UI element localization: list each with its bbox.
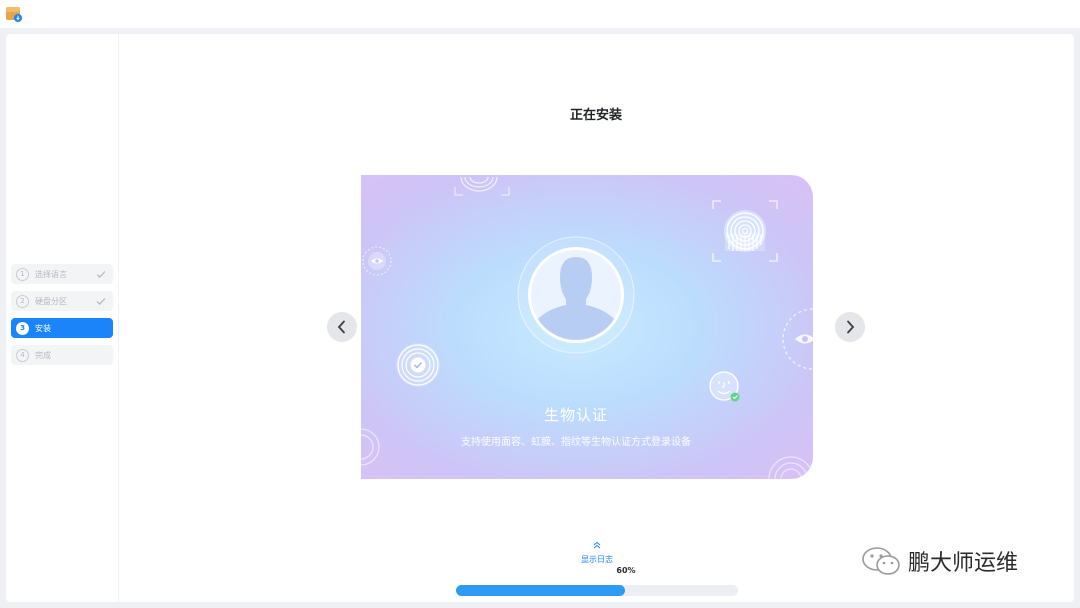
step-number: 2 <box>16 294 29 308</box>
step-finish: 4 完成 <box>11 345 113 365</box>
step-label: 选择语言 <box>35 269 67 279</box>
show-log-toggle[interactable]: 显示日志 <box>572 534 622 565</box>
check-icon <box>96 271 106 278</box>
step-install: 3 安装 <box>11 318 113 338</box>
carousel-next-button[interactable] <box>835 312 865 342</box>
eye-small-icon <box>362 246 392 276</box>
fingerprint-fragment-icon <box>768 456 813 479</box>
watermark-text: 鹏大师运维 <box>908 551 1019 576</box>
eye-large-icon <box>782 308 813 370</box>
step-number: 1 <box>16 267 29 281</box>
step-select-language: 1 选择语言 <box>11 264 113 284</box>
installer-app-icon <box>6 7 22 22</box>
fingerprint-scan-icon <box>712 200 778 262</box>
step-label: 完成 <box>35 350 51 360</box>
installer-window: 1 选择语言 2 硬盘分区 3 安装 4 完成 正在安装 生物认证 支持使用面容… <box>6 34 1074 602</box>
step-number: 4 <box>16 348 29 362</box>
page-title: 正在安装 <box>569 108 622 123</box>
progress-bar-fill <box>456 585 626 596</box>
title-bar <box>0 0 1080 28</box>
show-log-label: 显示日志 <box>581 555 613 564</box>
step-label: 硬盘分区 <box>35 296 67 306</box>
step-label: 安装 <box>35 323 51 333</box>
step-number: 3 <box>16 321 29 335</box>
slide-heading: 生物认证 <box>543 406 608 424</box>
user-avatar-icon <box>517 236 635 354</box>
chevron-right-icon <box>847 320 855 334</box>
wechat-watermark: 鹏大师运维 <box>860 543 1060 579</box>
wechat-logo-icon <box>862 547 900 575</box>
check-icon <box>96 298 106 305</box>
chevron-up-double-icon <box>593 541 601 549</box>
fingerprint-verified-icon <box>396 343 440 387</box>
progress-percent: 60% <box>616 566 636 575</box>
progress-bar <box>456 585 738 596</box>
slide-subtitle: 支持使用面容、虹膜、指纹等生物认证方式登录设备 <box>461 437 691 448</box>
face-recognition-icon <box>709 371 740 402</box>
feature-slide: 生物认证 支持使用面容、虹膜、指纹等生物认证方式登录设备 <box>361 175 813 479</box>
chevron-left-icon <box>337 320 345 334</box>
carousel-prev-button[interactable] <box>327 312 357 342</box>
steps-sidebar: 1 选择语言 2 硬盘分区 3 安装 4 完成 <box>6 34 119 602</box>
fingerprint-fragment-icon <box>454 176 510 196</box>
step-disk-partition: 2 硬盘分区 <box>11 291 113 311</box>
